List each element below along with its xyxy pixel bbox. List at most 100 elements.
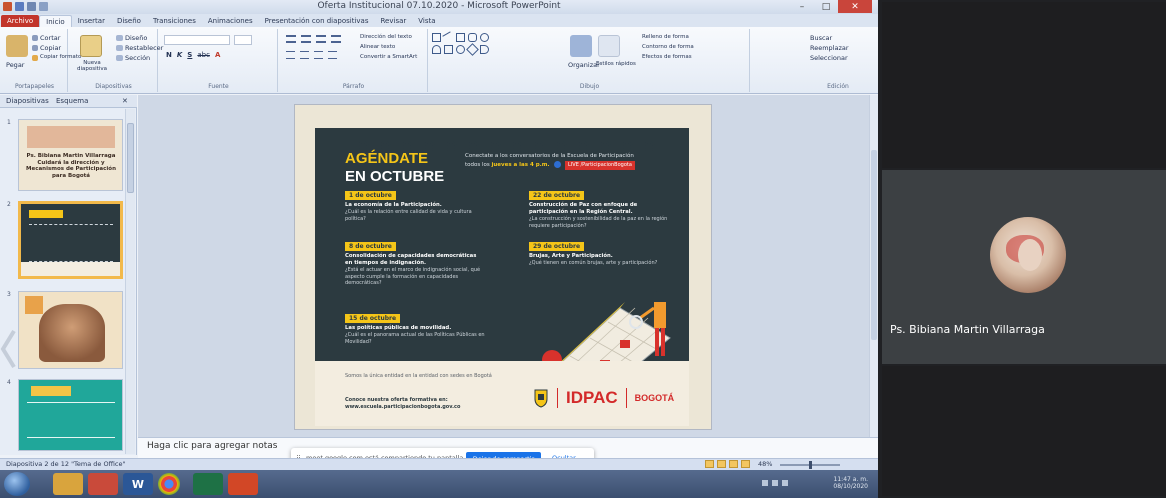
section-button[interactable]: Sección: [125, 54, 150, 62]
copy-button[interactable]: Copiar: [40, 44, 61, 52]
oval-shape-icon[interactable]: [480, 33, 489, 42]
bullets-icon[interactable]: [286, 35, 296, 43]
smartart-button[interactable]: Convertir a SmartArt: [360, 54, 417, 60]
cut-button[interactable]: Cortar: [40, 34, 60, 42]
reset-icon[interactable]: [116, 45, 123, 51]
close-button[interactable]: ✕: [838, 0, 872, 13]
thumb-number-2: 2: [7, 201, 11, 208]
curve-shape-icon[interactable]: [456, 45, 465, 54]
powerpoint-taskbar-icon[interactable]: [228, 473, 258, 495]
align-right-icon[interactable]: [314, 51, 323, 59]
new-slide-icon[interactable]: [80, 35, 102, 57]
brace-shape-icon[interactable]: [480, 45, 489, 54]
tab-slideshow[interactable]: Presentación con diapositivas: [259, 15, 375, 27]
triangle-shape-icon[interactable]: [432, 45, 441, 54]
justify-icon[interactable]: [328, 51, 337, 59]
editor-scroll-thumb[interactable]: [871, 150, 877, 340]
tab-file[interactable]: Archivo: [1, 15, 40, 27]
line-shape-icon[interactable]: [442, 31, 455, 44]
tray-arrow-icon[interactable]: [762, 480, 768, 486]
editor-scrollbar[interactable]: [869, 95, 878, 437]
word-taskbar-icon[interactable]: W: [123, 473, 153, 495]
media-taskbar-icon[interactable]: [88, 473, 118, 495]
current-slide[interactable]: AGÉNDATE EN OCTUBRE Conectate a los conv…: [295, 105, 711, 429]
previous-slide-arrow-icon[interactable]: [0, 327, 18, 371]
tab-animations[interactable]: Animaciones: [202, 15, 259, 27]
quick-styles-icon[interactable]: [598, 35, 620, 57]
explorer-taskbar-icon[interactable]: [53, 473, 83, 495]
text-direction-button[interactable]: Dirección del texto: [360, 34, 412, 40]
close-panel-icon[interactable]: ✕: [122, 97, 128, 105]
maximize-button[interactable]: □: [814, 0, 838, 13]
zoom-level[interactable]: 48%: [758, 460, 772, 468]
slide-thumbnail-4[interactable]: [18, 379, 123, 451]
tab-review[interactable]: Revisar: [375, 15, 413, 27]
tab-transitions[interactable]: Transiciones: [147, 15, 202, 27]
network-icon[interactable]: [772, 480, 778, 486]
slide-thumbnail-1[interactable]: Ps. Bibiana Martin Villarraga Cuidará la…: [18, 119, 123, 191]
minimize-button[interactable]: –: [790, 0, 814, 13]
arrange-button[interactable]: Organizar: [568, 61, 600, 69]
layout-button[interactable]: Diseño: [125, 34, 147, 42]
align-text-button[interactable]: Alinear texto: [360, 44, 395, 50]
tab-outline[interactable]: Esquema: [56, 97, 88, 105]
thumb-poster-footer: [21, 262, 120, 276]
font-name-box[interactable]: [164, 35, 230, 45]
volume-icon[interactable]: [782, 480, 788, 486]
chrome-taskbar-icon[interactable]: [158, 473, 180, 495]
shape-effects-button[interactable]: Efectos de formas: [642, 54, 692, 60]
arrow-shape-icon[interactable]: [444, 45, 453, 54]
reading-view-icon[interactable]: [729, 460, 738, 468]
find-button[interactable]: Buscar: [810, 34, 832, 42]
normal-view-icon[interactable]: [705, 460, 714, 468]
tab-home[interactable]: Inicio: [39, 15, 72, 27]
format-painter-icon[interactable]: [32, 55, 38, 61]
rectangle-shape-icon[interactable]: [432, 33, 441, 42]
tab-slides[interactable]: Diapositivas: [6, 97, 49, 105]
bold-button[interactable]: N: [166, 51, 172, 59]
paste-button[interactable]: Pegar: [6, 61, 24, 69]
notes-placeholder[interactable]: Haga clic para agregar notas: [147, 441, 277, 451]
tab-view[interactable]: Vista: [412, 15, 441, 27]
slideshow-view-icon[interactable]: [741, 460, 750, 468]
italic-button[interactable]: K: [177, 51, 182, 59]
rounded-shape-icon[interactable]: [468, 33, 477, 42]
quick-styles-button[interactable]: Estilos rápidos: [596, 61, 636, 67]
decrease-indent-icon[interactable]: [316, 35, 326, 43]
cut-icon[interactable]: [32, 35, 38, 41]
strikethrough-button[interactable]: abc: [197, 51, 210, 59]
star-shape-icon[interactable]: [466, 43, 479, 56]
shapes-gallery[interactable]: [432, 31, 502, 69]
replace-button[interactable]: Reemplazar: [810, 44, 849, 52]
panel-scrollbar[interactable]: [125, 109, 135, 454]
start-button-icon[interactable]: [4, 472, 30, 496]
clock[interactable]: 11:47 a. m. 08/10/2020: [833, 476, 868, 490]
panel-scroll-thumb[interactable]: [127, 123, 134, 193]
font-color-icon[interactable]: A: [215, 51, 220, 59]
square-shape-icon[interactable]: [456, 33, 465, 42]
select-button[interactable]: Seleccionar: [810, 54, 848, 62]
section-icon[interactable]: [116, 55, 123, 61]
layout-icon[interactable]: [116, 35, 123, 41]
copy-icon[interactable]: [32, 45, 38, 51]
numbering-icon[interactable]: [301, 35, 311, 43]
align-center-icon[interactable]: [300, 51, 309, 59]
increase-indent-icon[interactable]: [331, 35, 341, 43]
shape-fill-button[interactable]: Relleno de forma: [642, 34, 689, 40]
align-left-icon[interactable]: [286, 51, 295, 59]
new-slide-button[interactable]: Nueva diapositiva: [72, 60, 112, 72]
slide-thumbnail-3[interactable]: [18, 291, 123, 369]
reset-button[interactable]: Restablecer: [125, 44, 163, 52]
participant-tile[interactable]: Ps. Bibiana Martin Villarraga: [882, 170, 1166, 364]
paste-icon[interactable]: [6, 35, 28, 57]
underline-button[interactable]: S: [187, 51, 192, 59]
tab-insert[interactable]: Insertar: [72, 15, 111, 27]
tab-design[interactable]: Diseño: [111, 15, 147, 27]
shape-outline-button[interactable]: Contorno de forma: [642, 44, 694, 50]
excel-taskbar-icon[interactable]: [193, 473, 223, 495]
font-size-box[interactable]: [234, 35, 252, 45]
sorter-view-icon[interactable]: [717, 460, 726, 468]
zoom-slider-knob[interactable]: [809, 461, 812, 469]
slide-thumbnail-2[interactable]: [18, 201, 123, 279]
arrange-icon[interactable]: [570, 35, 592, 57]
